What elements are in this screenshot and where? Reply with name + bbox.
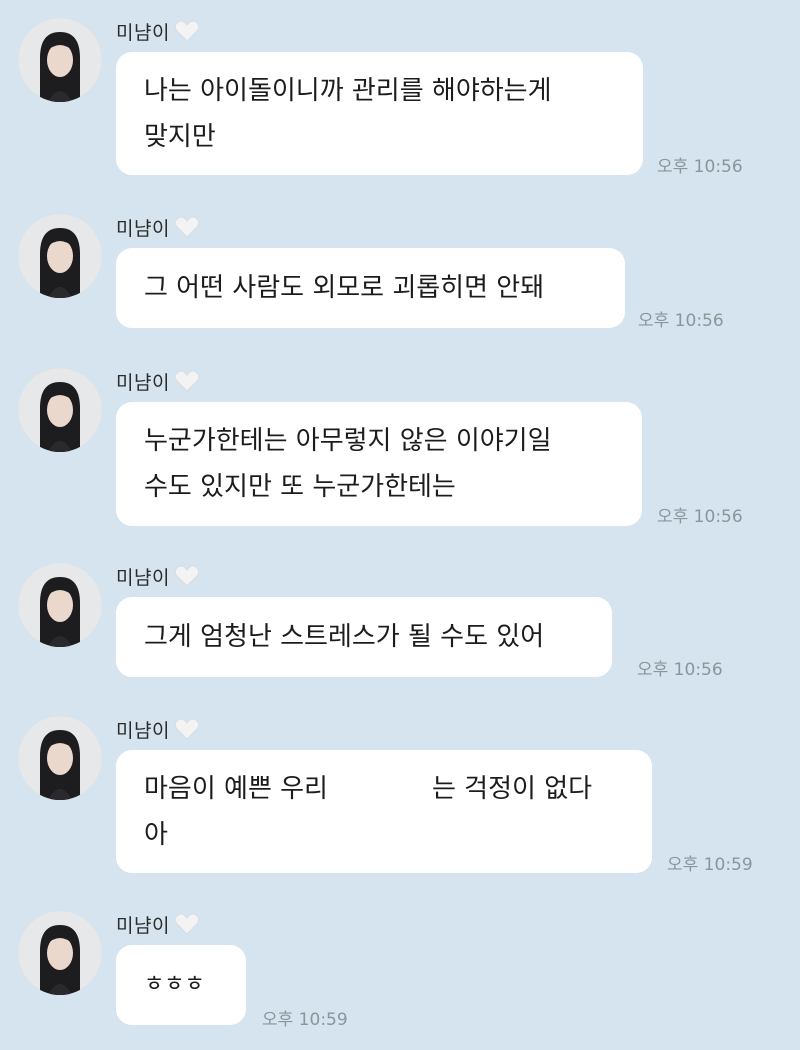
sender-row: 미냠이: [116, 16, 200, 46]
avatar[interactable]: [18, 563, 102, 647]
sender-name: 미냠이: [116, 371, 170, 394]
sender-row: 미냠이: [116, 366, 200, 396]
message-text: ㅎㅎㅎ: [144, 972, 205, 997]
message-text: 수도 있지만 또 누군가한테는: [144, 472, 456, 502]
message-bubble[interactable]: 그 어떤 사람도 외모로 괴롭히면 안돼: [116, 248, 625, 328]
chat-screen: { "messages": [ { "sender": "미냠이", "line…: [0, 0, 800, 1050]
sender-name: 미냠이: [116, 566, 170, 589]
sender-row: 미냠이: [116, 212, 200, 242]
avatar[interactable]: [18, 911, 102, 995]
white-heart-icon: [174, 216, 200, 238]
white-heart-icon: [174, 370, 200, 392]
message-text: 누군가한테는 아무렇지 않은 이야기일: [144, 426, 552, 456]
message-text: 는 걱정이 없다: [431, 773, 593, 804]
message-bubble[interactable]: 마음이 예쁜 우리 는 걱정이 없다 아: [116, 750, 652, 873]
white-heart-icon: [174, 20, 200, 42]
message-text: 나는 아이돌이니까 관리를 해야하는게: [144, 75, 552, 106]
message-bubble[interactable]: ㅎㅎㅎ: [116, 945, 246, 1025]
timestamp: 오후 10:56: [657, 157, 743, 177]
sender-name: 미냠이: [116, 217, 170, 240]
timestamp: 오후 10:59: [262, 1010, 348, 1030]
avatar[interactable]: [18, 214, 102, 298]
timestamp: 오후 10:56: [637, 660, 723, 680]
message-text: 맞지만: [144, 121, 216, 152]
sender-row: 미냠이: [116, 561, 200, 591]
message-text: 그게 엄청난 스트레스가 될 수도 있어: [144, 622, 545, 652]
message-bubble[interactable]: 누군가한테는 아무렇지 않은 이야기일 수도 있지만 또 누군가한테는: [116, 402, 642, 526]
message-line: 마음이 예쁜 우리 는 걱정이 없다: [144, 766, 624, 812]
white-heart-icon: [174, 565, 200, 587]
message-bubble[interactable]: 그게 엄청난 스트레스가 될 수도 있어: [116, 597, 612, 677]
sender-row: 미냠이: [116, 909, 200, 939]
message-bubble[interactable]: 나는 아이돌이니까 관리를 해야하는게 맞지만: [116, 52, 643, 175]
timestamp: 오후 10:56: [638, 311, 724, 331]
message-text: 마음이 예쁜 우리: [144, 773, 328, 804]
white-heart-icon: [174, 718, 200, 740]
avatar[interactable]: [18, 18, 102, 102]
message-text: 아: [144, 819, 168, 850]
timestamp: 오후 10:59: [667, 855, 753, 875]
timestamp: 오후 10:56: [657, 507, 743, 527]
sender-name: 미냠이: [116, 21, 170, 44]
sender-row: 미냠이: [116, 714, 200, 744]
avatar[interactable]: [18, 368, 102, 452]
white-heart-icon: [174, 913, 200, 935]
sender-name: 미냠이: [116, 719, 170, 742]
avatar[interactable]: [18, 716, 102, 800]
sender-name: 미냠이: [116, 914, 170, 937]
message-text: 그 어떤 사람도 외모로 괴롭히면 안돼: [144, 273, 545, 303]
